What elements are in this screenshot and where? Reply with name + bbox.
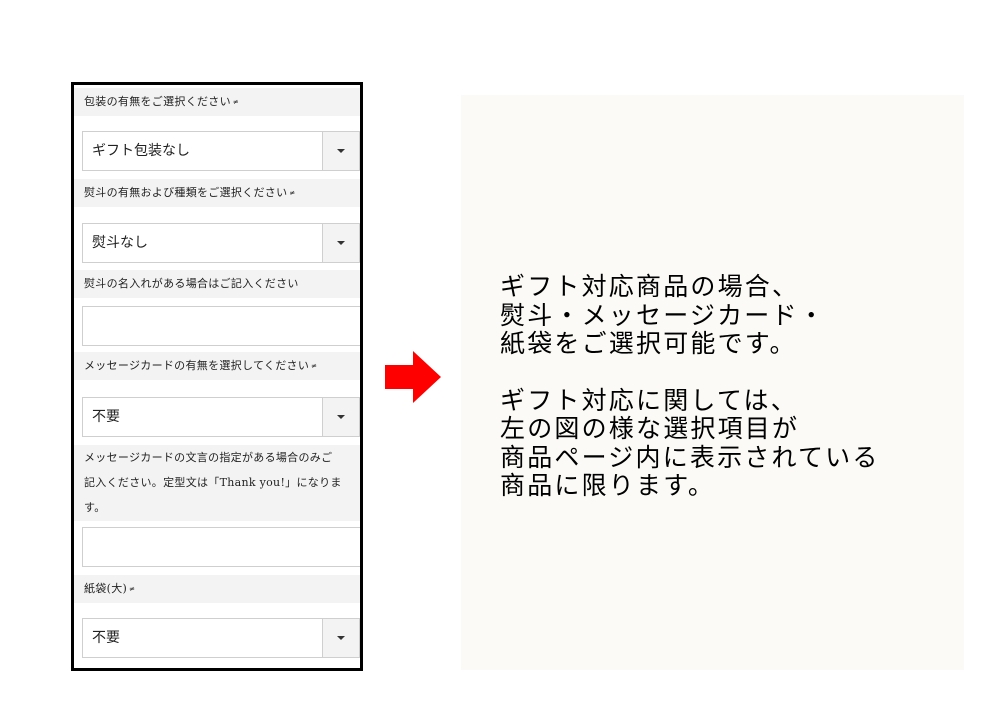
paper-bag-select-value: 不要 xyxy=(92,630,120,646)
explanation-text: ギフト対応商品の場合、 熨斗・メッセージカード・ 紙袋をご選択可能です。 ギフト… xyxy=(500,272,880,501)
message-card-select[interactable]: 不要 xyxy=(82,397,360,437)
noshi-name-input[interactable] xyxy=(82,306,360,346)
chevron-down-icon[interactable] xyxy=(322,224,359,262)
noshi-select-value: 熨斗なし xyxy=(92,235,148,251)
message-card-label: メッセージカードの有無を選択してください ≠ xyxy=(74,352,360,380)
wrapping-label: 包装の有無をご選択ください ≠ xyxy=(74,88,360,116)
noshi-name-label-text: 熨斗の名入れがある場合はご記入ください xyxy=(84,277,299,290)
chevron-down-icon[interactable] xyxy=(322,619,359,657)
arrow-right-icon xyxy=(385,351,441,403)
noshi-label: 熨斗の有無および種類をご選択ください ≠ xyxy=(74,179,360,207)
message-text-label-line: 記入ください。定型文は「Thank you!」になりま xyxy=(84,476,342,489)
chevron-down-icon[interactable] xyxy=(322,132,359,170)
message-text-input[interactable] xyxy=(82,527,360,567)
noshi-label-text: 熨斗の有無および種類をご選択ください xyxy=(84,186,288,199)
paper-bag-label: 紙袋(大) ≠ xyxy=(74,575,360,603)
wrapping-label-text: 包装の有無をご選択ください xyxy=(84,95,231,108)
message-card-label-text: メッセージカードの有無を選択してください xyxy=(84,359,310,372)
message-text-label: メッセージカードの文言の指定がある場合のみご 記入ください。定型文は「Thank… xyxy=(74,445,360,521)
paper-bag-label-text: 紙袋(大) xyxy=(84,582,128,595)
explanation-line: 左の図の様な選択項目が xyxy=(500,414,800,443)
explanation-line: 紙袋をご選択可能です。 xyxy=(500,329,797,358)
paper-bag-select[interactable]: 不要 xyxy=(82,618,360,658)
message-card-select-value: 不要 xyxy=(92,409,120,425)
noshi-select[interactable]: 熨斗なし xyxy=(82,223,360,263)
explanation-line: 商品に限ります。 xyxy=(500,471,716,500)
required-mark: ≠ xyxy=(232,98,240,106)
explanation-line: ギフト対応商品の場合、 xyxy=(500,272,800,301)
noshi-name-label: 熨斗の名入れがある場合はご記入ください xyxy=(74,270,360,298)
wrapping-select-value: ギフト包装なし xyxy=(92,143,190,159)
required-mark: ≠ xyxy=(129,585,136,593)
explanation-line: ギフト対応に関しては、 xyxy=(500,385,798,415)
required-mark: ≠ xyxy=(311,362,318,370)
required-mark: ≠ xyxy=(289,189,296,197)
wrapping-select[interactable]: ギフト包装なし xyxy=(82,131,360,171)
gift-options-form: 包装の有無をご選択ください ≠ ギフト包装なし 熨斗の有無および種類をご選択くださ… xyxy=(71,82,363,671)
explanation-line: 熨斗・メッセージカード・ xyxy=(500,300,826,330)
explanation-line: 商品ページ内に表示されている xyxy=(500,442,880,472)
message-text-label-line: す。 xyxy=(84,501,106,514)
message-text-label-line: メッセージカードの文言の指定がある場合のみご xyxy=(84,451,333,464)
chevron-down-icon[interactable] xyxy=(322,398,359,436)
explanation-panel: ギフト対応商品の場合、 熨斗・メッセージカード・ 紙袋をご選択可能です。 ギフト… xyxy=(461,95,964,670)
